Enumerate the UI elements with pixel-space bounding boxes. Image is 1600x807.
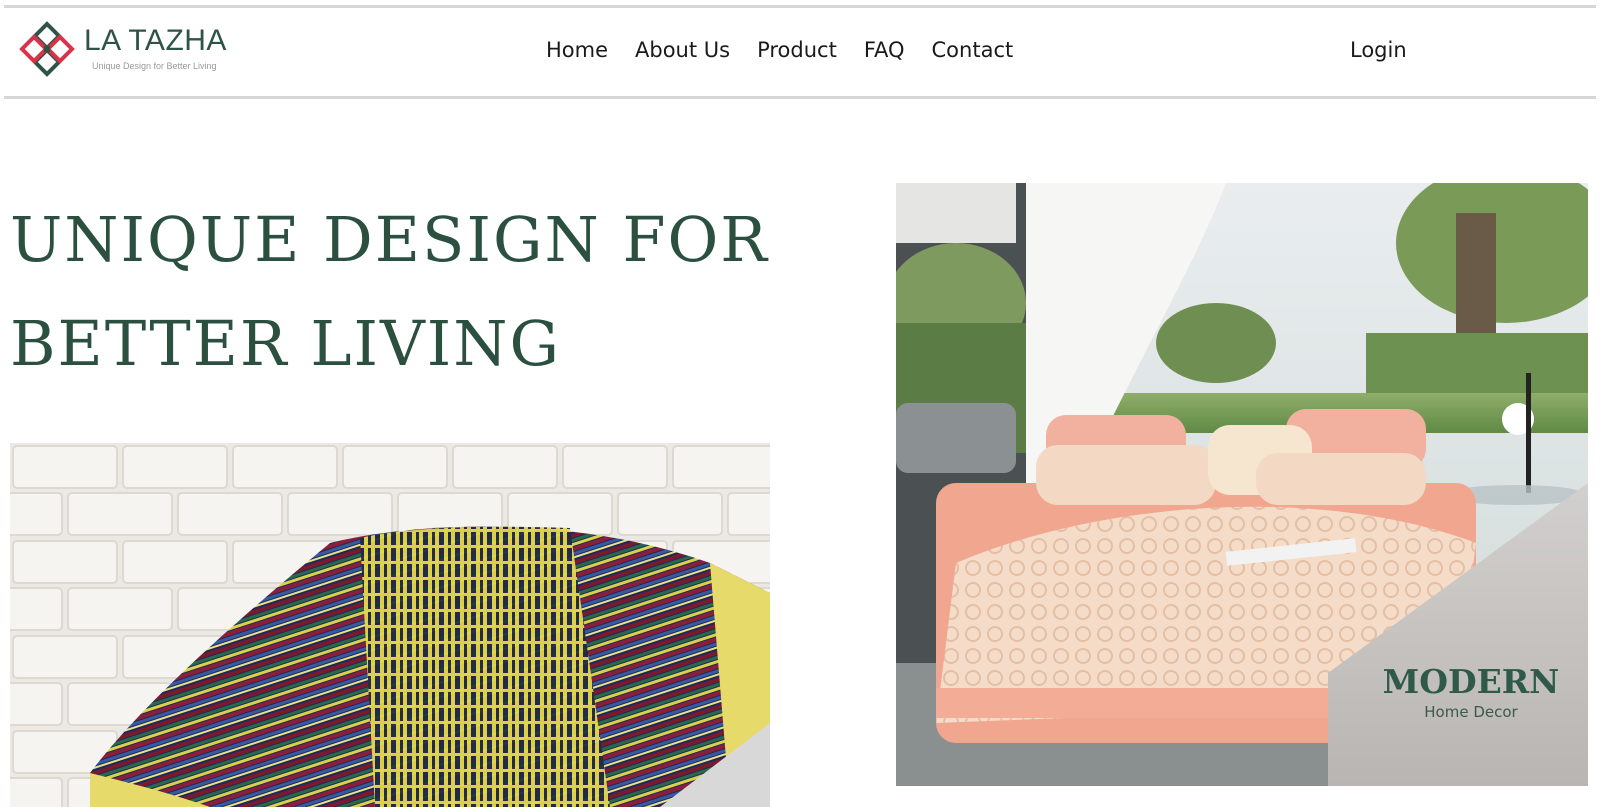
nav-home-link[interactable]: Home xyxy=(546,38,608,62)
main-nav: Home About Us Product FAQ Contact xyxy=(546,38,1040,62)
hero-title: UNIQUE DESIGN FOR BETTER LIVING xyxy=(10,188,810,396)
brand-logo-link[interactable]: LA TAZHA Unique Design for Better Living xyxy=(18,20,258,78)
promo-title: MODERN xyxy=(1383,662,1560,701)
bedroom-illustration: MODERN Home Decor xyxy=(896,183,1588,786)
nav-contact-link[interactable]: Contact xyxy=(932,38,1014,62)
promo-subtitle: Home Decor xyxy=(1424,703,1518,721)
brand-name: LA TAZHA xyxy=(84,24,227,57)
hero-title-line-1: UNIQUE DESIGN FOR xyxy=(10,203,769,276)
brand-tagline: Unique Design for Better Living xyxy=(92,61,217,71)
nav-faq-link[interactable]: FAQ xyxy=(864,38,905,62)
woven-cushion-image xyxy=(10,443,770,807)
woven-cushion-illustration xyxy=(10,443,770,807)
knot-logo-icon xyxy=(19,21,75,77)
hero-title-line-2: BETTER LIVING xyxy=(10,307,562,380)
bedroom-image: MODERN Home Decor xyxy=(896,183,1588,786)
header-bottom-divider xyxy=(4,96,1596,99)
nav-about-link[interactable]: About Us xyxy=(635,38,730,62)
login-link[interactable]: Login xyxy=(1350,38,1407,62)
nav-product-link[interactable]: Product xyxy=(757,38,837,62)
